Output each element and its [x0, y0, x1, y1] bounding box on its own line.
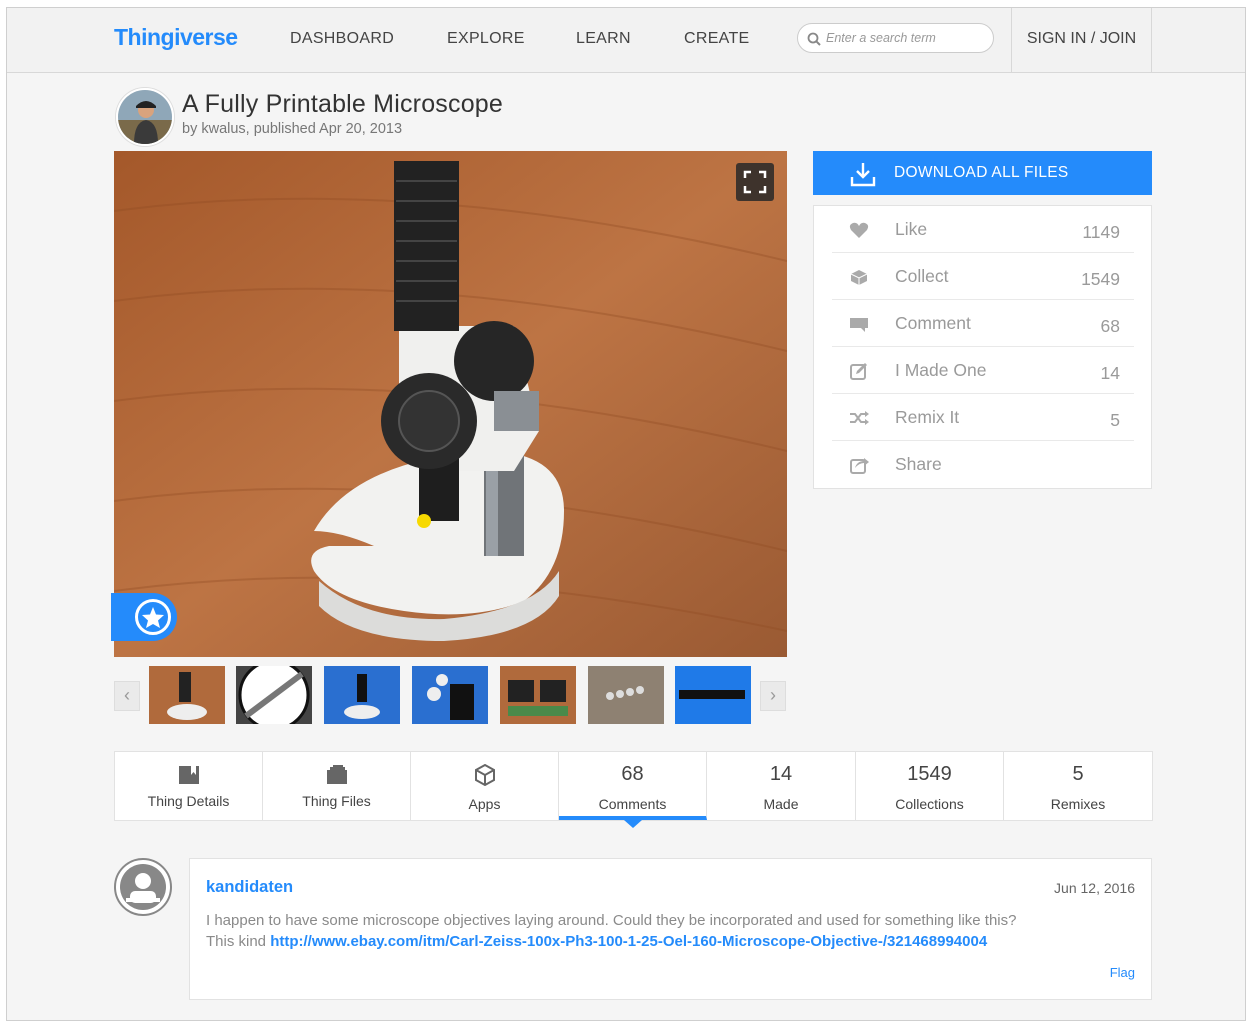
tab-made[interactable]: 14 Made [707, 752, 856, 820]
download-all-button[interactable]: DOWNLOAD ALL FILES [813, 151, 1152, 195]
action-label: Collect [895, 266, 949, 286]
heart-icon [849, 222, 869, 238]
feature-badge-button[interactable] [111, 593, 177, 641]
nav-dashboard[interactable]: DASHBOARD [290, 30, 394, 48]
comment-text-2: This kind [206, 933, 271, 950]
tab-thing-details[interactable]: Thing Details [115, 752, 263, 820]
thumbnail-6[interactable] [588, 666, 664, 724]
thing-actions-panel: Like 1149 Collect 1549 Comment 68 I Made… [813, 205, 1152, 489]
tab-label: Collections [895, 796, 964, 812]
details-icon [178, 766, 199, 784]
tab-apps[interactable]: Apps [411, 752, 559, 820]
thumbnail-3[interactable] [324, 666, 400, 724]
action-count: 1549 [1081, 269, 1120, 289]
flag-link[interactable]: Flag [1110, 965, 1135, 980]
download-icon [850, 163, 876, 187]
action-label: Like [895, 219, 928, 239]
action-label: I Made One [895, 360, 987, 380]
thumbnail-7[interactable] [675, 666, 751, 724]
active-tab-caret [623, 820, 642, 828]
action-comment[interactable]: Comment 68 [832, 300, 1134, 347]
remix-icon [850, 411, 869, 425]
tab-collections[interactable]: 1549 Collections [856, 752, 1004, 820]
thing-tabs: Thing Details Thing Files Apps 68 Commen… [114, 751, 1153, 828]
comment-link[interactable]: http://www.ebay.com/itm/Carl-Zeiss-100x-… [270, 933, 987, 950]
tab-label: Apps [468, 796, 501, 812]
made-one-icon [850, 363, 867, 380]
tab-comments[interactable]: 68 Comments [559, 752, 707, 828]
thumb-next-button[interactable]: › [760, 681, 786, 711]
nav-create[interactable]: CREATE [684, 30, 750, 48]
comment-body: I happen to have some microscope objecti… [206, 910, 1136, 952]
comment-text: I happen to have some microscope objecti… [206, 912, 1017, 929]
tab-label: Remixes [1050, 796, 1106, 812]
tab-count: 1549 [907, 763, 952, 785]
action-remix[interactable]: Remix It 5 [832, 394, 1134, 441]
tab-label: Thing Details [147, 793, 230, 809]
commenter-avatar[interactable] [114, 858, 172, 916]
share-icon [850, 458, 869, 474]
apps-icon [474, 764, 495, 786]
download-label: DOWNLOAD ALL FILES [894, 164, 1069, 181]
action-share[interactable]: Share [832, 441, 1134, 488]
nav-explore[interactable]: EXPLORE [447, 30, 525, 48]
action-count: 68 [1100, 316, 1120, 336]
signin-join-link[interactable]: SIGN IN / JOIN [1012, 30, 1151, 48]
search-input[interactable] [826, 29, 986, 47]
comment-date: Jun 12, 2016 [1054, 880, 1135, 896]
expand-icon [743, 170, 767, 194]
tab-count: 14 [769, 763, 793, 785]
action-count: 14 [1100, 363, 1120, 383]
thumbnail-5[interactable] [500, 666, 576, 724]
action-label: Share [895, 454, 942, 474]
tab-label: Thing Files [302, 793, 371, 809]
action-label: Remix It [895, 407, 960, 427]
signin-container: SIGN IN / JOIN [1011, 8, 1152, 73]
action-made-one[interactable]: I Made One 14 [832, 347, 1134, 394]
tab-count: 5 [1072, 763, 1084, 785]
action-collect[interactable]: Collect 1549 [832, 253, 1134, 300]
thingiverse-logo[interactable]: Thingiverse [114, 24, 238, 51]
top-nav-bar: Thingiverse DASHBOARD EXPLORE LEARN CREA… [7, 8, 1245, 73]
comment-icon [850, 318, 868, 332]
tab-count: 68 [621, 763, 644, 785]
thumbnail-1[interactable] [149, 666, 225, 724]
action-count: 5 [1110, 410, 1120, 430]
thumbnail-4[interactable] [412, 666, 488, 724]
author-avatar[interactable] [116, 88, 174, 146]
nav-learn[interactable]: LEARN [576, 30, 631, 48]
search-box[interactable] [797, 23, 994, 53]
browser-viewport: Thingiverse DASHBOARD EXPLORE LEARN CREA… [6, 7, 1246, 1021]
files-icon [326, 765, 347, 784]
default-user-icon [120, 864, 166, 910]
action-count: 1149 [1082, 222, 1120, 242]
expand-image-button[interactable] [736, 163, 774, 201]
action-label: Comment [895, 313, 971, 333]
comment-username[interactable]: kandidaten [206, 878, 293, 897]
star-icon [135, 599, 171, 635]
thing-byline: by kwalus, published Apr 20, 2013 [182, 121, 403, 137]
tab-remixes[interactable]: 5 Remixes [1004, 752, 1152, 820]
search-icon [807, 32, 821, 46]
thumbnail-2[interactable] [236, 666, 312, 724]
thumb-prev-button[interactable]: ‹ [114, 681, 140, 711]
comment-card: kandidaten Jun 12, 2016 I happen to have… [189, 858, 1152, 1000]
action-like[interactable]: Like 1149 [832, 206, 1134, 253]
thing-title: A Fully Printable Microscope [182, 90, 504, 118]
tab-label: Made [763, 796, 799, 812]
tab-label: Comments [598, 796, 667, 812]
main-thing-image[interactable] [114, 151, 787, 657]
collect-icon [850, 270, 868, 285]
tab-thing-files[interactable]: Thing Files [263, 752, 411, 820]
